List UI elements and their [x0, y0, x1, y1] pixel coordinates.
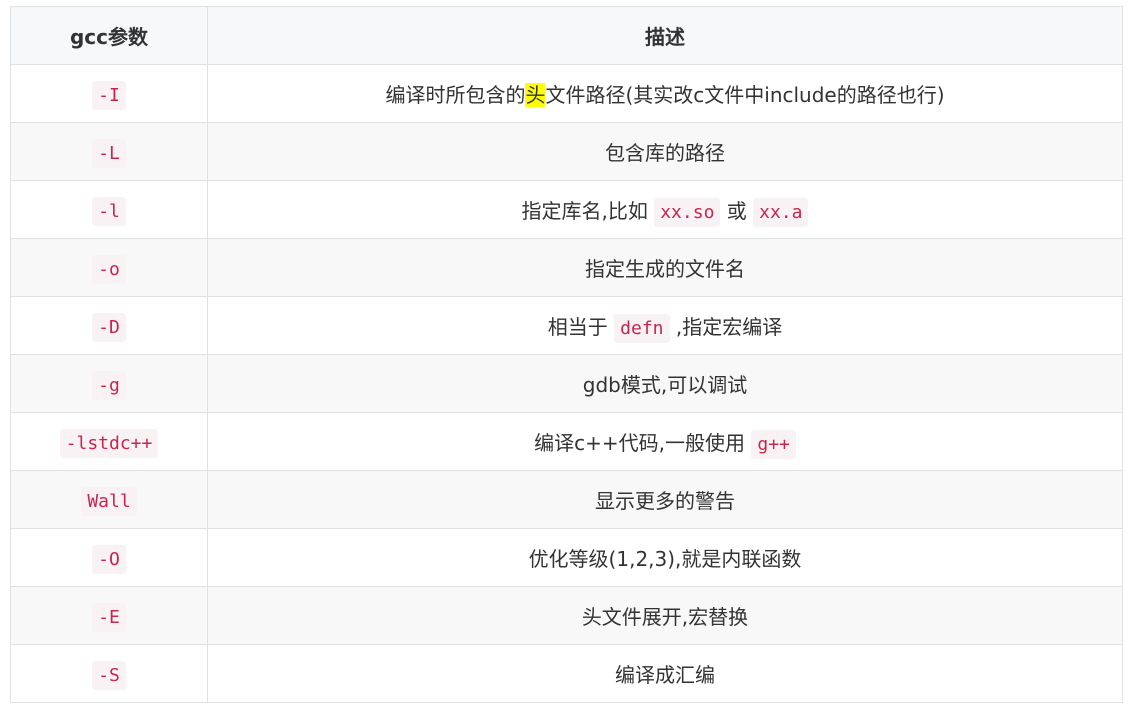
- description-cell: 指定生成的文件名: [207, 238, 1123, 297]
- description-text: 包含库的路径: [605, 141, 725, 165]
- description-cell: 显示更多的警告: [207, 470, 1123, 529]
- param-code: -D: [92, 312, 126, 342]
- param-code: -g: [92, 370, 126, 400]
- param-cell: -D: [10, 296, 208, 355]
- description-cell: 指定库名,比如 xx.so 或 xx.a: [207, 180, 1123, 239]
- param-code: -E: [92, 602, 126, 632]
- param-cell: -E: [10, 586, 208, 645]
- description-cell: 编译时所包含的头文件路径(其实改c文件中include的路径也行): [207, 64, 1123, 123]
- description-cell: 相当于 defn ,指定宏编译: [207, 296, 1123, 355]
- description-text: 文件路径(其实改c文件中include的路径也行): [545, 83, 945, 107]
- inline-code: defn: [614, 314, 670, 343]
- param-cell: -l: [10, 180, 208, 239]
- inline-code: xx.a: [753, 198, 809, 227]
- table-row: -L 包含库的路径: [10, 122, 1123, 181]
- description-text: 指定库名,比如: [521, 199, 655, 223]
- param-cell: Wall: [10, 470, 208, 529]
- param-cell: -g: [10, 354, 208, 413]
- description-cell: 头文件展开,宏替换: [207, 586, 1123, 645]
- param-cell: -o: [10, 238, 208, 297]
- param-code: -L: [92, 138, 126, 168]
- description-text: 编译成汇编: [615, 663, 715, 687]
- description-text: 显示更多的警告: [595, 489, 735, 513]
- param-cell: -S: [10, 644, 208, 703]
- table-row: -D 相当于 defn ,指定宏编译: [10, 296, 1123, 355]
- header-gcc-param: gcc参数: [10, 6, 208, 65]
- description-text: 或: [720, 199, 754, 223]
- table-row: -o 指定生成的文件名: [10, 238, 1123, 297]
- description-cell: gdb模式,可以调试: [207, 354, 1123, 413]
- description-text: 编译c++代码,一般使用: [534, 431, 752, 455]
- header-row: gcc参数 描述: [10, 6, 1123, 65]
- table-row: -I 编译时所包含的头文件路径(其实改c文件中include的路径也行): [10, 64, 1123, 123]
- gcc-options-table-container: gcc参数 描述 -I 编译时所包含的头文件路径(其实改c文件中include的路…: [10, 6, 1123, 703]
- param-cell: -lstdc++: [10, 412, 208, 471]
- description-text: 指定生成的文件名: [585, 257, 745, 281]
- description-text: gdb模式,可以调试: [582, 373, 748, 397]
- table-row: Wall 显示更多的警告: [10, 470, 1123, 529]
- inline-code: g++: [751, 430, 796, 459]
- param-code: -I: [92, 80, 126, 110]
- description-cell: 编译成汇编: [207, 644, 1123, 703]
- highlighted-text: 头: [525, 83, 546, 107]
- description-text: 优化等级(1,2,3),就是内联函数: [528, 547, 802, 571]
- table-row: -g gdb模式,可以调试: [10, 354, 1123, 413]
- param-code: -O: [92, 544, 126, 574]
- param-cell: -O: [10, 528, 208, 587]
- table-row: -lstdc++ 编译c++代码,一般使用 g++: [10, 412, 1123, 471]
- param-code: -l: [92, 196, 126, 226]
- description-cell: 包含库的路径: [207, 122, 1123, 181]
- param-code: -S: [92, 660, 126, 690]
- table-body: -I 编译时所包含的头文件路径(其实改c文件中include的路径也行) -L 包含库…: [10, 64, 1123, 703]
- description-text: 编译时所包含的: [385, 83, 526, 107]
- table-row: -l 指定库名,比如 xx.so 或 xx.a: [10, 180, 1123, 239]
- header-description: 描述: [207, 6, 1123, 65]
- param-cell: -I: [10, 64, 208, 123]
- description-text: ,指定宏编译: [669, 315, 783, 339]
- description-text: 头文件展开,宏替换: [581, 605, 749, 629]
- table-row: -O 优化等级(1,2,3),就是内联函数: [10, 528, 1123, 587]
- description-cell: 优化等级(1,2,3),就是内联函数: [207, 528, 1123, 587]
- inline-code: xx.so: [654, 198, 721, 227]
- gcc-options-table: gcc参数 描述 -I 编译时所包含的头文件路径(其实改c文件中include的路…: [10, 6, 1123, 703]
- param-code: -lstdc++: [59, 428, 159, 458]
- description-text: 相当于: [547, 315, 615, 339]
- param-code: Wall: [81, 486, 137, 516]
- description-cell: 编译c++代码,一般使用 g++: [207, 412, 1123, 471]
- table-row: -S 编译成汇编: [10, 644, 1123, 703]
- param-cell: -L: [10, 122, 208, 181]
- param-code: -o: [92, 254, 126, 284]
- table-header: gcc参数 描述: [10, 6, 1123, 65]
- table-row: -E 头文件展开,宏替换: [10, 586, 1123, 645]
